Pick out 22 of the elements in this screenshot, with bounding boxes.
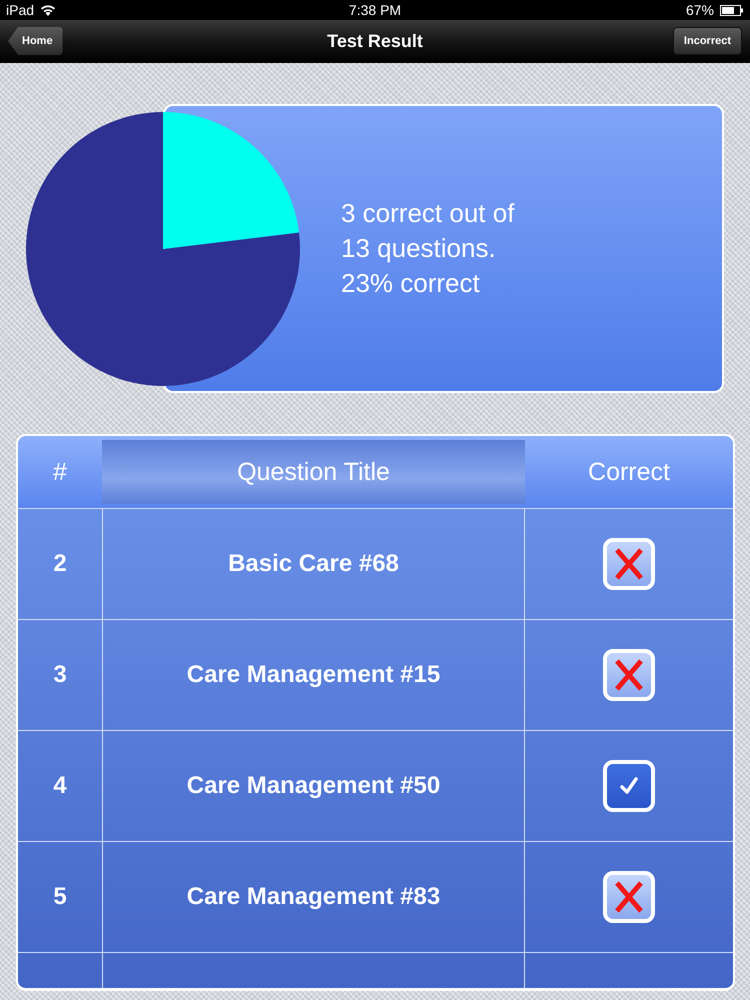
incorrect-button[interactable]: Incorrect — [672, 27, 742, 55]
wifi-icon — [40, 4, 56, 16]
row-number: 4 — [52, 771, 68, 801]
status-time: 7:38 PM — [348, 2, 402, 18]
home-button[interactable]: Home — [8, 27, 63, 55]
column-header: # — [52, 456, 68, 488]
summary-line: 3 correct out of — [341, 197, 514, 230]
row-number: 5 — [52, 882, 68, 912]
battery-icon — [720, 4, 744, 16]
column-header: Correct — [587, 456, 671, 488]
row-number: 2 — [52, 549, 68, 579]
question-title: Care Management #83 — [102, 842, 525, 952]
question-title: Basic Care #68 — [102, 509, 525, 619]
column-header: Question Title — [102, 440, 525, 504]
row-number: 3 — [52, 660, 68, 690]
battery-percent: 67% — [686, 2, 714, 18]
question-title: Care Management #15 — [102, 620, 525, 730]
question-title: Care Management #50 — [102, 731, 525, 841]
summary-line: 23% correct — [341, 267, 481, 300]
device-name: iPad — [6, 2, 34, 18]
nav-title: Test Result — [327, 30, 423, 52]
summary-line: 13 questions. — [341, 232, 497, 265]
